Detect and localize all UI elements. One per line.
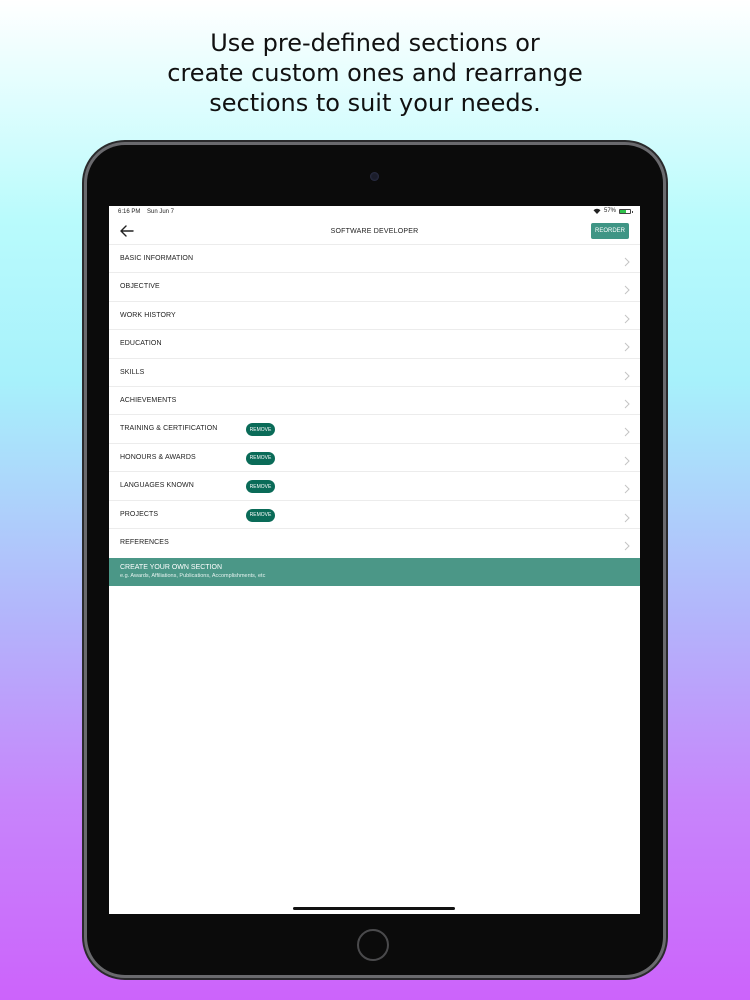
list-item[interactable]: WORK HISTORY xyxy=(109,300,640,329)
battery-tip xyxy=(632,210,633,213)
home-button[interactable] xyxy=(357,929,389,961)
chevron-right-icon xyxy=(624,396,630,409)
chevron-right-icon xyxy=(624,424,630,437)
camera-icon xyxy=(370,172,379,181)
section-label: SKILLS xyxy=(120,368,145,376)
remove-button[interactable]: REMOVE xyxy=(246,480,275,494)
chevron-right-icon xyxy=(624,453,630,466)
list-item[interactable]: OBJECTIVE xyxy=(109,272,640,300)
remove-button[interactable]: REMOVE xyxy=(246,508,275,522)
chevron-right-icon xyxy=(624,368,630,380)
remove-button[interactable]: REMOVE xyxy=(246,423,275,437)
create-section-title: CREATE YOUR OWN SECTION xyxy=(120,564,223,571)
nav-bar: SOFTWARE DEVELOPER REORDER xyxy=(109,220,640,244)
list-item[interactable]: TRAINING & CERTIFICATION REMOVE xyxy=(109,414,640,442)
section-list: BASIC INFORMATION OBJECTIVE WORK HISTORY ED… xyxy=(109,244,640,556)
section-label: OBJECTIVE xyxy=(120,283,160,291)
create-section-button[interactable]: CREATE YOUR OWN SECTION e.g. Awards, Aff… xyxy=(109,558,640,586)
app-screen: 6:16 PM Sun Jun 7 57% SOFTWARE DEVELOPER xyxy=(109,206,640,914)
list-item[interactable]: HONOURS & AWARDS REMOVE xyxy=(109,442,640,471)
list-item[interactable]: SKILLS xyxy=(109,357,640,386)
section-label: EDUCATION xyxy=(120,340,162,348)
chevron-right-icon xyxy=(624,282,630,295)
home-indicator xyxy=(293,907,455,910)
list-item[interactable]: LANGUAGES KNOWN REMOVE xyxy=(109,471,640,499)
chevron-right-icon xyxy=(624,510,630,522)
status-time: 6:16 PM xyxy=(118,209,141,215)
create-section-subtitle: e.g. Awards, Affiliations, Publications,… xyxy=(120,573,266,579)
wifi-icon xyxy=(593,208,601,214)
list-item[interactable]: EDUCATION xyxy=(109,329,640,357)
chevron-right-icon xyxy=(624,481,630,494)
battery-percent: 57% xyxy=(603,208,616,214)
status-indicators: 57% xyxy=(593,208,633,214)
status-date: Sun Jun 7 xyxy=(147,209,175,215)
section-label: HONOURS & AWARDS xyxy=(120,453,196,461)
section-label: LANGUAGES KNOWN xyxy=(120,482,194,490)
tablet-frame: 6:16 PM Sun Jun 7 57% SOFTWARE DEVELOPER xyxy=(87,145,663,975)
chevron-right-icon xyxy=(624,311,630,324)
section-label: ACHIEVEMENTS xyxy=(120,396,177,404)
chevron-right-icon xyxy=(624,538,630,551)
reorder-button[interactable]: REORDER xyxy=(591,223,629,239)
page-title: SOFTWARE DEVELOPER xyxy=(330,228,419,235)
section-label: TRAINING & CERTIFICATION xyxy=(120,425,218,433)
chevron-right-icon xyxy=(624,254,630,267)
battery-icon xyxy=(619,208,633,214)
section-label: WORK HISTORY xyxy=(120,311,176,319)
list-item[interactable]: ACHIEVEMENTS xyxy=(109,385,640,414)
list-item[interactable]: REFERENCES xyxy=(109,527,640,556)
chevron-right-icon xyxy=(624,339,630,352)
battery-level xyxy=(620,209,626,213)
remove-button[interactable]: REMOVE xyxy=(246,451,275,465)
headline: Use pre-defined sections or create custo… xyxy=(167,29,583,117)
status-bar: 6:16 PM Sun Jun 7 57% xyxy=(109,206,640,218)
section-label: PROJECTS xyxy=(120,510,159,518)
section-label: BASIC INFORMATION xyxy=(120,255,194,262)
list-item[interactable]: PROJECTS REMOVE xyxy=(109,499,640,528)
section-label: REFERENCES xyxy=(120,538,169,546)
list-item[interactable]: BASIC INFORMATION xyxy=(109,244,640,272)
